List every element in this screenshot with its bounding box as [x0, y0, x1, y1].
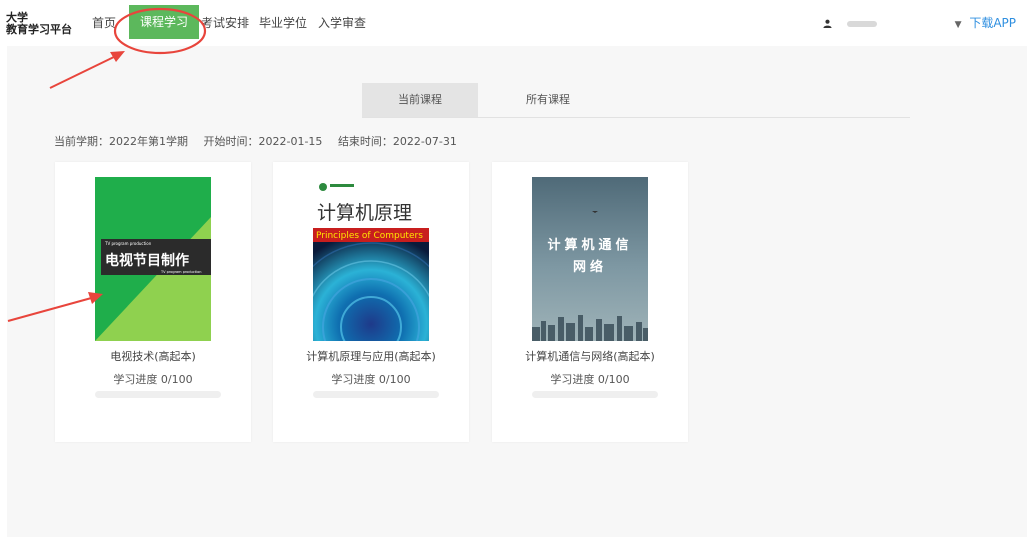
nav-course-study[interactable]: 课程学习	[129, 5, 200, 39]
tab-all-courses[interactable]: 所有课程	[490, 83, 606, 117]
progress-bar	[95, 391, 221, 398]
progress-bar	[532, 391, 658, 398]
current-semester: 当前学期：2022年第1学期	[54, 135, 188, 148]
cover-title-line-2: 网络	[573, 259, 607, 275]
user-name-redacted[interactable]	[846, 21, 877, 27]
tab-current-courses[interactable]: 当前课程	[362, 83, 478, 117]
progress-text: 学习进度 0/100	[331, 373, 411, 386]
nav-home[interactable]: 首页	[92, 0, 116, 46]
university-logo-icon	[319, 183, 327, 191]
chevron-down-icon[interactable]: ▼	[955, 20, 962, 30]
user-area: ▼ 下载APP	[823, 0, 1016, 46]
progress-bar	[313, 391, 439, 398]
main-content: 当前课程 所有课程 当前学期：2022年第1学期 开始时间：2022-01-15…	[7, 46, 1027, 537]
cover-main-title: 计算机原理	[317, 202, 412, 224]
progress-text: 学习进度 0/100	[113, 373, 193, 386]
nav-graduation-degree[interactable]: 毕业学位	[259, 0, 307, 46]
top-header: 大学 教育学习平台 首页 课程学习 考试安排 毕业学位 入学审查 ▼ 下载APP	[0, 0, 1032, 46]
course-card[interactable]: 计算机通信 网络 计算机通信与网络(高起本) 学习进度 0/100	[492, 162, 688, 442]
course-cover-computer-networks[interactable]: 计算机通信 网络	[532, 177, 648, 341]
course-title[interactable]: 计算机原理与应用(高起本)	[273, 348, 469, 364]
course-tabs: 当前课程 所有课程	[362, 83, 910, 118]
end-date: 结束时间：2022-07-31	[337, 135, 457, 148]
term-info: 当前学期：2022年第1学期 开始时间：2022-01-15 结束时间：2022…	[54, 133, 469, 149]
course-cover-tv-production[interactable]: TV program production 电视节目制作 TV program …	[95, 177, 211, 341]
course-card[interactable]: 计算机原理 Principles of Computers 计算机原理与应用(高…	[273, 162, 469, 442]
cover-title-line-1: 计算机通信	[547, 237, 632, 253]
nav-exam-schedule[interactable]: 考试安排	[201, 0, 249, 46]
cover-main-title: 电视节目制作	[105, 252, 189, 269]
course-card[interactable]: TV program production 电视节目制作 TV program …	[55, 162, 251, 442]
start-date: 开始时间：2022-01-15	[203, 135, 323, 148]
brand-line-2: 教育学习平台	[6, 23, 72, 36]
progress-text: 学习进度 0/100	[550, 373, 630, 386]
course-title[interactable]: 计算机通信与网络(高起本)	[492, 348, 688, 364]
course-cover-computer-principles[interactable]: 计算机原理 Principles of Computers	[313, 177, 429, 341]
nav-admission-review[interactable]: 入学审查	[318, 0, 366, 46]
cover-tag-top: TV program production	[104, 241, 152, 246]
cover-tag-bottom: TV program production	[160, 270, 202, 274]
platform-brand[interactable]: 大学 教育学习平台	[6, 12, 72, 36]
download-app-link[interactable]: 下载APP	[969, 16, 1016, 30]
cover-subtitle: Principles of Computers	[316, 231, 423, 241]
user-icon[interactable]	[823, 19, 832, 28]
course-title[interactable]: 电视技术(高起本)	[55, 348, 251, 364]
